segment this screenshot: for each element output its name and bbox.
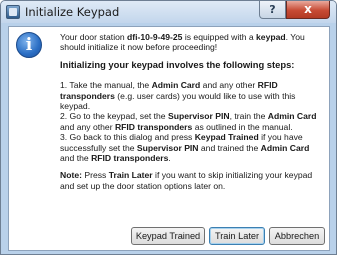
note-label: Note: xyxy=(60,170,82,181)
train-later-button[interactable]: Train Later xyxy=(209,227,265,245)
step-text: and trained the xyxy=(198,142,261,153)
title-bar[interactable]: Initialize Keypad ? x xyxy=(1,1,336,23)
dialog-body: i Your door station dfi-10-9-49-25 is eq… xyxy=(8,26,330,251)
train-later-term: Train Later xyxy=(108,170,153,181)
keypad-trained-term: Keypad Trained xyxy=(194,132,259,143)
dialog-window: Initialize Keypad ? x i Your door statio… xyxy=(0,0,337,255)
rfid-term: RFID transponders xyxy=(114,121,193,132)
note-paragraph: Note: Press Train Later if you want to s… xyxy=(60,170,326,191)
station-name: dfi-10-9-49-25 xyxy=(127,32,183,42)
step-text: and any other xyxy=(60,121,115,132)
intro-text: is equipped with a xyxy=(182,32,257,42)
supervisor-pin-term: Supervisor PIN xyxy=(167,111,230,122)
keypad-trained-button[interactable]: Keypad Trained xyxy=(131,227,205,245)
step-text: . xyxy=(168,153,171,164)
step-text: 1. Take the manual, the xyxy=(60,80,152,91)
intro-paragraph: Your door station dfi-10-9-49-25 is equi… xyxy=(60,32,326,53)
step-text: as outlined in the manual. xyxy=(192,121,293,132)
admin-card-term: Admin Card xyxy=(267,111,317,122)
note-text: Press xyxy=(81,170,109,181)
step-text: , train the xyxy=(229,111,268,122)
steps-heading: Initializing your keypad involves the fo… xyxy=(60,58,295,70)
step-text: 2. Go to the keypad, set the xyxy=(60,111,168,122)
info-icon: i xyxy=(16,32,42,58)
rfid-term: RFID transponders xyxy=(91,153,169,164)
step-text: and any other xyxy=(200,80,258,91)
cancel-button[interactable]: Abbrechen xyxy=(269,227,325,245)
step-3: 3. Go back to this dialog and press Keyp… xyxy=(60,132,326,163)
keypad-term: keypad xyxy=(256,32,286,42)
intro-text: Your door station xyxy=(60,32,128,42)
button-row: Keypad Trained Train Later Abbrechen xyxy=(9,221,329,251)
app-icon xyxy=(6,5,20,19)
close-button[interactable]: x xyxy=(286,1,330,19)
window-title: Initialize Keypad xyxy=(25,5,120,19)
message-content: Your door station dfi-10-9-49-25 is equi… xyxy=(60,32,326,198)
help-button[interactable]: ? xyxy=(259,1,286,19)
admin-card-term: Admin Card xyxy=(260,142,310,153)
step-text: and the xyxy=(60,153,92,164)
admin-card-term: Admin Card xyxy=(151,80,201,91)
step-text: 3. Go back to this dialog and press xyxy=(60,132,195,143)
supervisor-pin-term: Supervisor PIN xyxy=(136,142,199,153)
step-1: 1. Take the manual, the Admin Card and a… xyxy=(60,80,326,111)
step-2: 2. Go to the keypad, set the Supervisor … xyxy=(60,111,326,132)
